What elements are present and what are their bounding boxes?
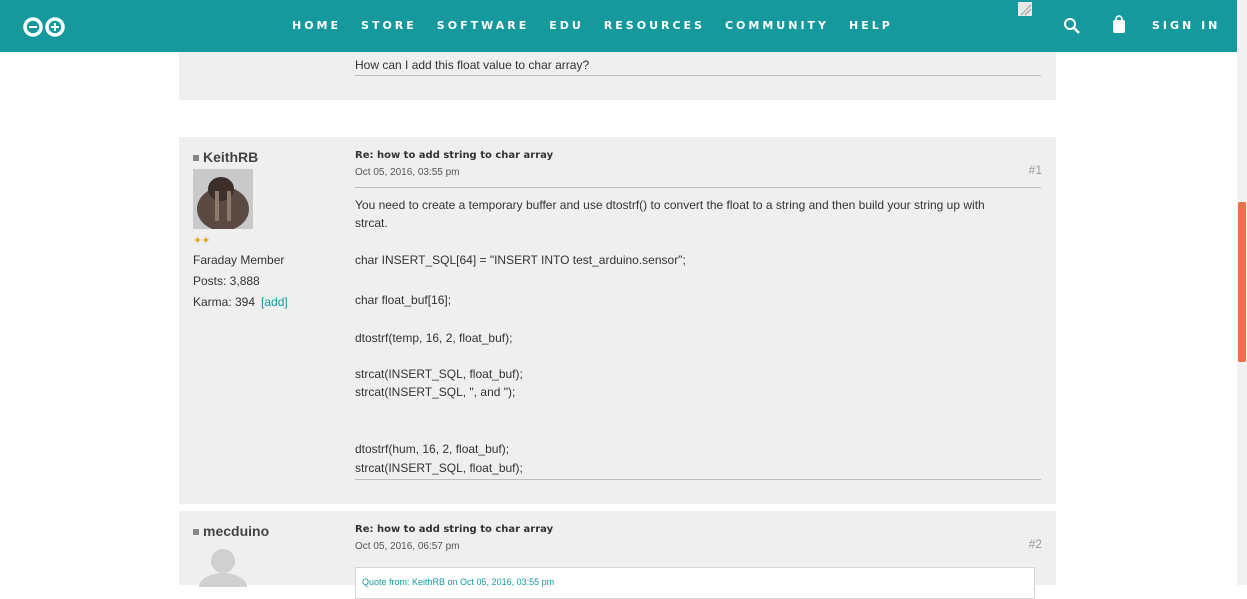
post-body-line: char float_buf[16]; bbox=[355, 293, 452, 307]
question-text: How can I add this float value to char a… bbox=[355, 58, 590, 72]
author-status-icon bbox=[193, 155, 199, 162]
reply-post-2: mecduino Re: how to add string to char a… bbox=[179, 511, 1056, 599]
author-name[interactable]: KeithRB bbox=[193, 149, 258, 165]
post-count: Posts: 3,888 bbox=[193, 274, 260, 288]
nav-community[interactable]: COMMUNITY bbox=[725, 19, 829, 32]
divider bbox=[355, 75, 1041, 76]
post-number[interactable]: #1 bbox=[1029, 163, 1042, 177]
post-date: Oct 05, 2016, 06:57 pm bbox=[355, 541, 460, 552]
avatar[interactable] bbox=[193, 169, 253, 229]
avatar-image bbox=[193, 169, 253, 229]
post-question-tail: How can I add this float value to char a… bbox=[179, 52, 1056, 100]
nav-software[interactable]: SOFTWARE bbox=[437, 19, 529, 32]
karma-value: Karma: 394 bbox=[193, 295, 256, 309]
author-status-icon bbox=[193, 529, 199, 536]
post-date: Oct 05, 2016, 03:55 pm bbox=[355, 167, 460, 178]
quote-source-link[interactable]: Quote from: KeithRB on Oct 05, 2016, 03:… bbox=[362, 577, 554, 587]
top-navbar: HOME STORE SOFTWARE EDU RESOURCES COMMUN… bbox=[0, 0, 1237, 52]
nav-help[interactable]: HELP bbox=[849, 19, 893, 32]
shopping-bag-icon[interactable] bbox=[1111, 15, 1127, 34]
post-title[interactable]: Re: how to add string to char array bbox=[355, 150, 553, 161]
nav-store[interactable]: STORE bbox=[361, 19, 417, 32]
main-nav: HOME STORE SOFTWARE EDU RESOURCES COMMUN… bbox=[292, 19, 913, 32]
author-name-text[interactable]: mecduino bbox=[203, 523, 269, 539]
nav-home[interactable]: HOME bbox=[292, 19, 341, 32]
reply-post-1: KeithRB ✦✦ Faraday Member Posts: 3,888 K… bbox=[179, 137, 1056, 504]
nav-resources[interactable]: RESOURCES bbox=[604, 19, 705, 32]
author-name[interactable]: mecduino bbox=[193, 523, 269, 539]
post-body-line: You need to create a temporary buffer an… bbox=[355, 198, 985, 212]
post-number[interactable]: #2 bbox=[1029, 537, 1042, 551]
search-icon[interactable] bbox=[1063, 17, 1081, 35]
author-name-text[interactable]: KeithRB bbox=[203, 149, 258, 165]
divider bbox=[355, 479, 1041, 480]
post-body-line: dtostrf(hum, 16, 2, float_buf); bbox=[355, 442, 510, 456]
post-title[interactable]: Re: how to add string to char array bbox=[355, 524, 553, 535]
post-body-line: strcat(INSERT_SQL, float_buf); bbox=[355, 367, 523, 381]
rank-stars: ✦✦ bbox=[193, 235, 210, 247]
nav-edu[interactable]: EDU bbox=[549, 19, 584, 32]
post-body-line: strcat(INSERT_SQL, float_buf); bbox=[355, 461, 523, 475]
scrollbar-thumb[interactable] bbox=[1238, 202, 1246, 362]
arduino-logo[interactable] bbox=[22, 16, 66, 38]
post-body-line: dtostrf(temp, 16, 2, float_buf); bbox=[355, 331, 513, 345]
default-avatar-icon[interactable] bbox=[193, 547, 253, 587]
sign-in-link[interactable]: SIGN IN bbox=[1152, 19, 1220, 32]
post-body-line: char INSERT_SQL[64] = "INSERT INTO test_… bbox=[355, 253, 686, 267]
post-body-line: strcat(INSERT_SQL, ", and "); bbox=[355, 385, 516, 399]
page-scrollbar[interactable] bbox=[1237, 0, 1247, 585]
resize-handle-icon bbox=[1018, 2, 1032, 16]
karma: Karma: 394 [add] bbox=[193, 295, 288, 309]
karma-add-link[interactable]: [add] bbox=[261, 295, 288, 309]
member-rank: Faraday Member bbox=[193, 253, 285, 267]
divider bbox=[355, 187, 1041, 188]
post-body-line: strcat. bbox=[355, 216, 388, 230]
quote-block: Quote from: KeithRB on Oct 05, 2016, 03:… bbox=[355, 567, 1035, 599]
